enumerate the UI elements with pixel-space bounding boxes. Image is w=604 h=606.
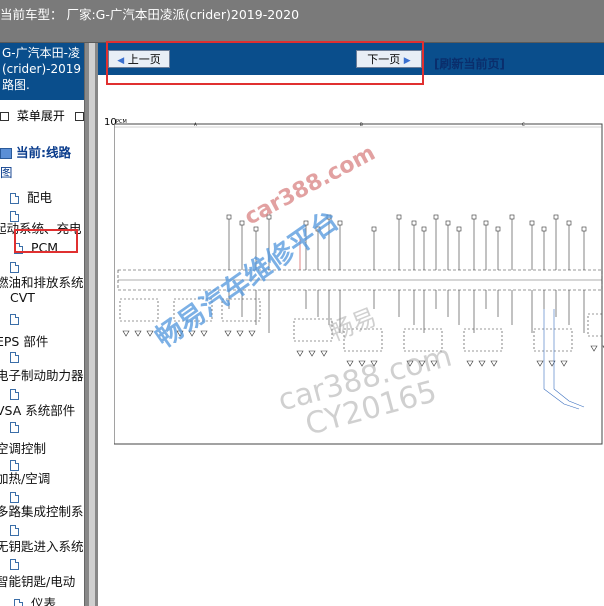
document-icon [10,193,19,204]
sidebar-heading-line: (crider)-2019 [2,62,82,76]
sidebar-tree-item[interactable]: VSA 系统部件 [0,400,75,419]
document-icon [10,352,19,363]
sidebar-tree-item-label: 无钥匙进入系统 [0,539,84,554]
sidebar-tree-item-label: 配电 [27,190,53,205]
title-bar: 当前车型： 厂家:G-广汽本田凌派(crider)2019-2020 [0,0,604,43]
sidebar-tree-item[interactable]: 燃油和排放系统 [0,272,84,291]
expand-icon [0,112,9,121]
computer-icon [0,148,12,159]
sidebar-tree-item-label: 电子制动助力器 [0,368,84,383]
sidebar-tree-item-label: VSA 系统部件 [0,403,76,418]
document-icon [10,422,19,433]
highlight-box-pcm [14,229,78,253]
menu-expand-toggle[interactable]: 菜单展开 [0,107,84,124]
sidebar-tree-item-label: 空调控制 [0,441,47,456]
sidebar-tree-item[interactable]: 空调控制 [0,438,46,457]
column-label: C [522,122,525,127]
sidebar-heading-line: 路图. [2,78,30,92]
sidebar-tree-item-label: 仪表 [31,596,57,606]
sidebar-tree-item[interactable] [10,556,27,571]
sidebar-tree-item[interactable]: 无钥匙进入系统 [0,536,84,555]
sidebar-tree-item[interactable]: 配电 [10,187,52,206]
current-node[interactable]: 当前:线路 [0,142,71,161]
refresh-link[interactable]: [刷新当前页] [434,55,505,72]
content-pane: ◀ 上一页 下一页 ▶ [刷新当前页] 10 PCM A B C car388.… [98,41,604,606]
column-label: B [360,122,363,127]
document-icon [10,525,19,536]
sidebar-tree-item-label: EPS 部件 [0,334,49,349]
sidebar-tree-item-label: 燃油和排放系统 [0,275,84,290]
sidebar-tree-item[interactable]: 加热/空调 [0,468,50,487]
sidebar-tree-item[interactable]: 多路集成控制系 [0,501,84,520]
wiring-diagram[interactable]: PCM A B C [114,119,604,449]
document-icon [10,314,19,325]
current-node-label: 当前:线路 [15,145,71,160]
vehicle-title: 当前车型： 厂家:G-广汽本田凌派(crider)2019-2020 [0,7,300,22]
diagram-title: PCM [116,119,127,125]
sidebar-tree-item[interactable]: CVT [10,290,35,305]
sidebar-tree-item-label: 智能钥匙/电动 [0,574,76,589]
sidebar-tree-item[interactable]: 电子制动助力器 [0,365,84,384]
menu-expand-label: 菜单展开 [16,109,65,123]
sidebar-heading: G-广汽本田-凌 (crider)-2019 路图. [0,43,84,100]
sidebar-heading-line: G-广汽本田-凌 [2,46,80,60]
collapse-icon [74,112,84,121]
column-label: A [194,122,197,127]
current-node-label-cont: 图 [0,165,13,180]
sidebar-tree-item[interactable]: 智能钥匙/电动 [0,571,75,590]
sidebar-tree-item[interactable] [10,522,27,537]
sidebar-tree-item[interactable]: 仪表 [14,593,56,606]
document-icon [10,389,19,400]
pane-splitter[interactable] [84,43,99,606]
sidebar-tree-item[interactable] [10,311,27,326]
document-icon [10,559,19,570]
sidebar-tree-item-label: CVT [10,290,35,305]
sidebar-tree-item[interactable] [10,386,27,401]
document-icon [14,599,23,606]
highlight-box-nav [106,41,424,85]
sidebar-tree-item[interactable] [10,419,27,434]
sidebar-tree-item[interactable] [10,349,27,364]
sidebar-tree-item-label: 多路集成控制系 [0,504,84,519]
sidebar: G-广汽本田-凌 (crider)-2019 路图. 菜单展开 当前:线路 图 … [0,43,84,606]
sidebar-tree-item[interactable]: EPS 部件 [0,331,48,350]
sidebar-tree-item-label: 加热/空调 [0,471,51,486]
